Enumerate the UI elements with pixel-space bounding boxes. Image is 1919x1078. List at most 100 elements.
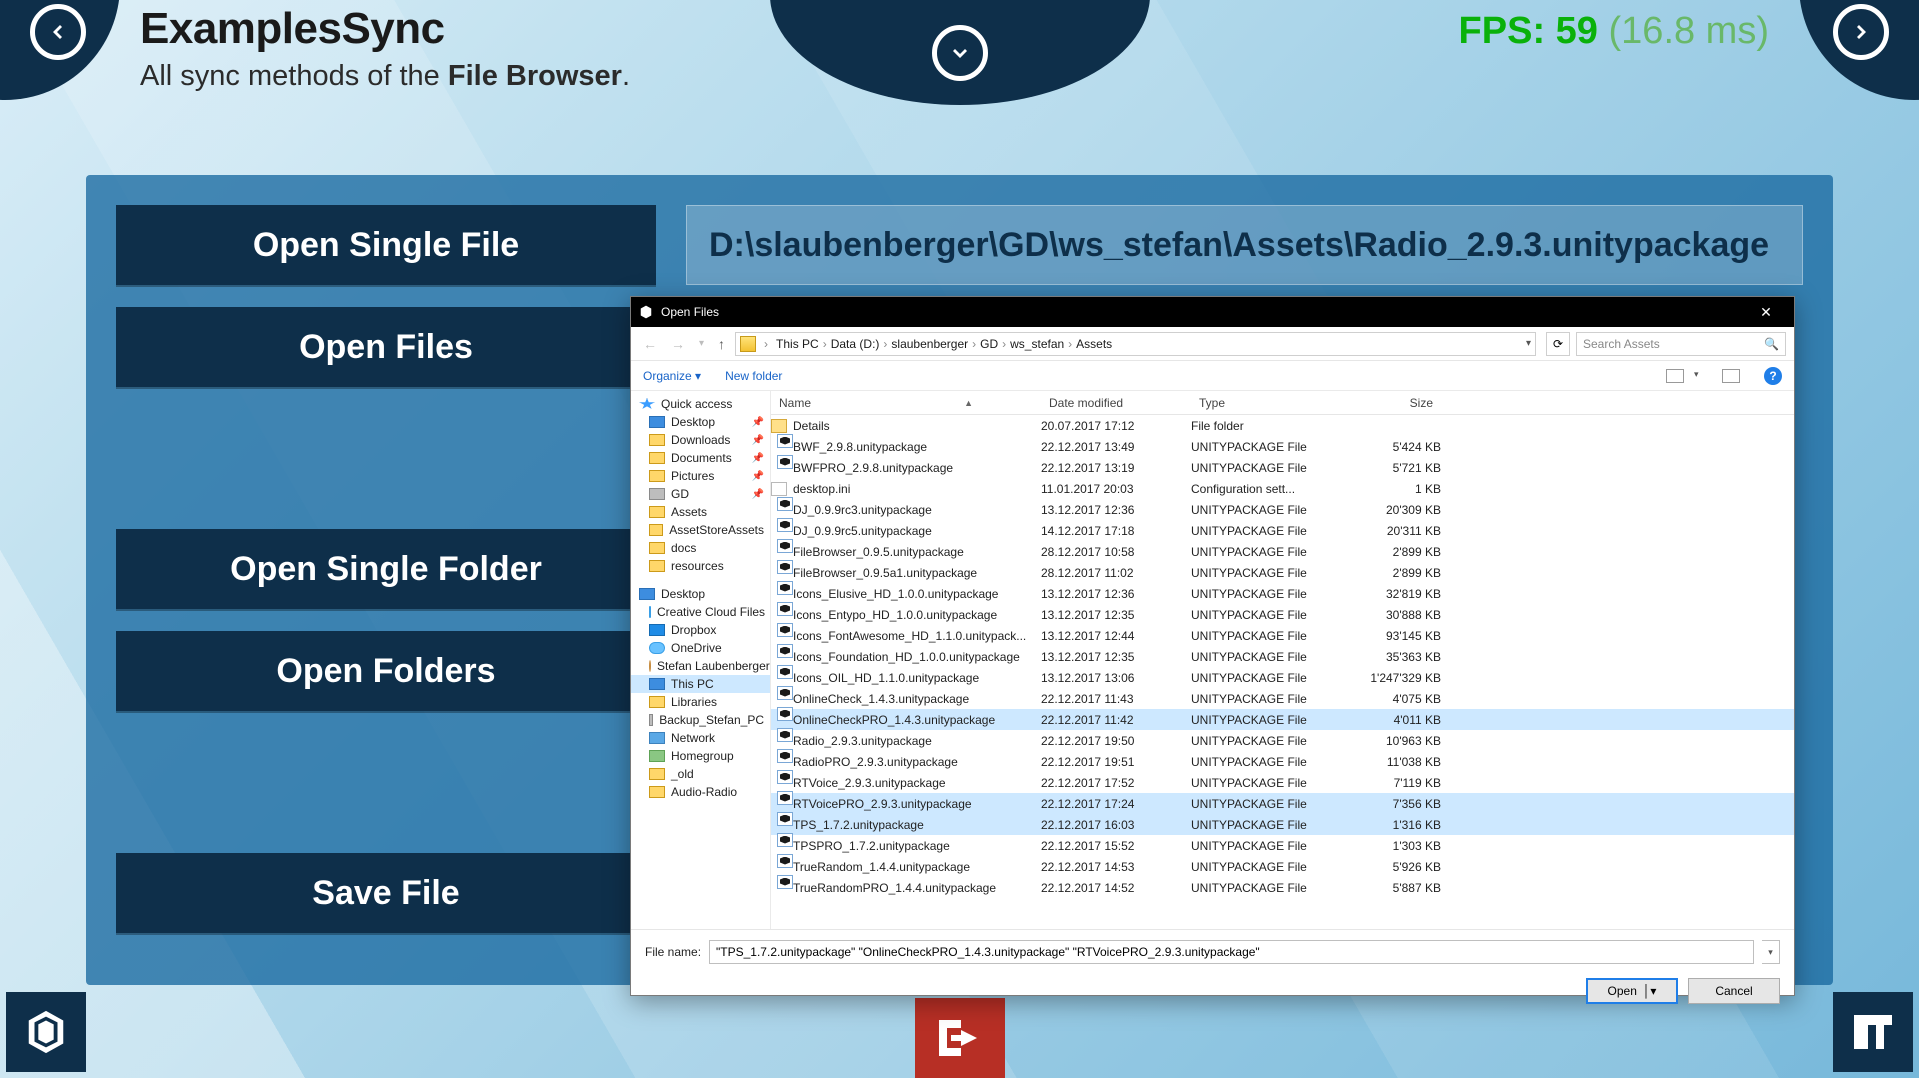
table-row[interactable]: TPSPRO_1.7.2.unitypackage 22.12.2017 15:… bbox=[771, 835, 1794, 856]
table-row[interactable]: BWF_2.9.8.unitypackage 22.12.2017 13:49 … bbox=[771, 436, 1794, 457]
table-row[interactable]: DJ_0.9.9rc5.unitypackage 14.12.2017 17:1… bbox=[771, 520, 1794, 541]
cancel-button[interactable]: Cancel bbox=[1688, 978, 1780, 1004]
open-folders-button[interactable]: Open Folders bbox=[116, 631, 656, 711]
center-down-button[interactable] bbox=[932, 25, 988, 81]
nav-item[interactable]: AssetStoreAssets bbox=[631, 521, 770, 539]
open-files-button[interactable]: Open Files bbox=[116, 307, 656, 387]
table-row[interactable]: FileBrowser_0.9.5a1.unitypackage 28.12.2… bbox=[771, 562, 1794, 583]
nav-item[interactable]: GD📌 bbox=[631, 485, 770, 503]
unity-icon bbox=[777, 434, 793, 448]
open-button[interactable]: Open│▾ bbox=[1586, 978, 1678, 1004]
nav-back-icon[interactable]: ← bbox=[639, 336, 661, 352]
chevron-down-icon[interactable]: ▾ bbox=[1694, 369, 1712, 383]
crumb[interactable]: Data (D:) bbox=[831, 337, 880, 351]
unity-icon bbox=[777, 602, 793, 616]
preview-pane-icon[interactable] bbox=[1722, 369, 1740, 383]
filename-label: File name: bbox=[645, 945, 701, 959]
nav-item[interactable]: Desktop📌 bbox=[631, 413, 770, 431]
crumb[interactable]: Assets bbox=[1076, 337, 1112, 351]
nav-item[interactable]: Dropbox bbox=[631, 621, 770, 639]
path-display: D:\slaubenberger\GD\ws_stefan\Assets\Rad… bbox=[686, 205, 1803, 285]
crumb[interactable]: This PC bbox=[776, 337, 819, 351]
nav-item[interactable]: Documents📌 bbox=[631, 449, 770, 467]
unity-icon bbox=[777, 707, 793, 721]
table-row[interactable]: OnlineCheck_1.4.3.unitypackage 22.12.201… bbox=[771, 688, 1794, 709]
nav-quick-access[interactable]: Quick access bbox=[631, 395, 770, 413]
table-row[interactable]: Details 20.07.2017 17:12 File folder bbox=[771, 415, 1794, 436]
nav-item[interactable]: Downloads📌 bbox=[631, 431, 770, 449]
nav-item[interactable]: Assets bbox=[631, 503, 770, 521]
nav-desktop-head[interactable]: Desktop bbox=[631, 585, 770, 603]
unity-icon bbox=[777, 560, 793, 574]
chevron-down-icon[interactable]: ▾ bbox=[1526, 338, 1531, 349]
table-row[interactable]: Icons_Foundation_HD_1.0.0.unitypackage 1… bbox=[771, 646, 1794, 667]
path-text: D:\slaubenberger\GD\ws_stefan\Assets\Rad… bbox=[709, 226, 1769, 265]
filename-dropdown-icon[interactable]: ▾ bbox=[1762, 940, 1780, 964]
nav-item[interactable]: Homegroup bbox=[631, 747, 770, 765]
nav-item[interactable]: _old bbox=[631, 765, 770, 783]
nav-forward-icon[interactable]: → bbox=[667, 336, 689, 352]
crumb[interactable]: GD bbox=[980, 337, 998, 351]
organize-menu[interactable]: Organize ▾ bbox=[643, 369, 701, 383]
new-folder-button[interactable]: New folder bbox=[725, 369, 782, 383]
table-row[interactable]: BWFPRO_2.9.8.unitypackage 22.12.2017 13:… bbox=[771, 457, 1794, 478]
unity-icon bbox=[777, 665, 793, 679]
nav-item[interactable]: OneDrive bbox=[631, 639, 770, 657]
fps-ms: (16.8 ms) bbox=[1609, 10, 1769, 52]
help-icon[interactable]: ? bbox=[1764, 367, 1782, 385]
nav-item[interactable]: Creative Cloud Files bbox=[631, 603, 770, 621]
table-row[interactable]: desktop.ini 11.01.2017 20:03 Configurati… bbox=[771, 478, 1794, 499]
nav-item[interactable]: Backup_Stefan_PC bbox=[631, 711, 770, 729]
table-row[interactable]: FileBrowser_0.9.5.unitypackage 28.12.201… bbox=[771, 541, 1794, 562]
unity-icon bbox=[777, 854, 793, 868]
table-row[interactable]: TrueRandomPRO_1.4.4.unitypackage 22.12.2… bbox=[771, 877, 1794, 898]
refresh-icon[interactable]: ⟳ bbox=[1546, 332, 1570, 356]
address-bar[interactable]: › This PC›Data (D:)›slaubenberger›GD›ws_… bbox=[735, 332, 1536, 356]
search-input[interactable]: Search Assets 🔍 bbox=[1576, 332, 1786, 356]
nav-item[interactable]: Stefan Laubenberger bbox=[631, 657, 770, 675]
table-row[interactable]: Icons_FontAwesome_HD_1.1.0.unitypack... … bbox=[771, 625, 1794, 646]
nav-item[interactable]: Audio-Radio bbox=[631, 783, 770, 801]
save-file-button[interactable]: Save File bbox=[116, 853, 656, 933]
unity-logo-button[interactable] bbox=[6, 992, 86, 1072]
nav-item[interactable]: Libraries bbox=[631, 693, 770, 711]
table-row[interactable]: DJ_0.9.9rc3.unitypackage 13.12.2017 12:3… bbox=[771, 499, 1794, 520]
dialog-titlebar[interactable]: Open Files ✕ bbox=[631, 297, 1794, 327]
nav-item[interactable]: docs bbox=[631, 539, 770, 557]
table-row[interactable]: Icons_Entypo_HD_1.0.0.unitypackage 13.12… bbox=[771, 604, 1794, 625]
filename-input[interactable] bbox=[709, 940, 1754, 964]
table-row[interactable]: TrueRandom_1.4.4.unitypackage 22.12.2017… bbox=[771, 856, 1794, 877]
nav-item[interactable]: Pictures📌 bbox=[631, 467, 770, 485]
open-single-file-button[interactable]: Open Single File bbox=[116, 205, 656, 285]
view-details-icon[interactable] bbox=[1666, 369, 1684, 383]
column-headers[interactable]: Name▲ Date modified Type Size bbox=[771, 391, 1794, 415]
table-row[interactable]: RTVoice_2.9.3.unitypackage 22.12.2017 17… bbox=[771, 772, 1794, 793]
page-title: ExamplesSync bbox=[140, 4, 630, 54]
table-row[interactable]: TPS_1.7.2.unitypackage 22.12.2017 16:03 … bbox=[771, 814, 1794, 835]
table-row[interactable]: RTVoicePRO_2.9.3.unitypackage 22.12.2017… bbox=[771, 793, 1794, 814]
nav-history-icon[interactable]: ▾ bbox=[695, 338, 708, 349]
nav-up-icon[interactable]: ↑ bbox=[714, 336, 729, 352]
table-row[interactable]: Icons_Elusive_HD_1.0.0.unitypackage 13.1… bbox=[771, 583, 1794, 604]
dialog-footer: File name: ▾ Open│▾ Cancel bbox=[631, 929, 1794, 1018]
nav-item[interactable]: Network bbox=[631, 729, 770, 747]
unity-icon bbox=[777, 728, 793, 742]
table-row[interactable]: Icons_OIL_HD_1.1.0.unitypackage 13.12.20… bbox=[771, 667, 1794, 688]
subtitle-pre: All sync methods of the bbox=[140, 60, 448, 92]
unity-icon bbox=[777, 812, 793, 826]
dialog-title: Open Files bbox=[661, 305, 719, 319]
table-row[interactable]: Radio_2.9.3.unitypackage 22.12.2017 19:5… bbox=[771, 730, 1794, 751]
nav-item[interactable]: This PC bbox=[631, 675, 770, 693]
table-row[interactable]: RadioPRO_2.9.3.unitypackage 22.12.2017 1… bbox=[771, 751, 1794, 772]
next-button[interactable] bbox=[1833, 4, 1889, 60]
prev-button[interactable] bbox=[30, 4, 86, 60]
nav-item[interactable]: resources bbox=[631, 557, 770, 575]
table-row[interactable]: OnlineCheckPRO_1.4.3.unitypackage 22.12.… bbox=[771, 709, 1794, 730]
breadcrumb[interactable]: This PC›Data (D:)›slaubenberger›GD›ws_st… bbox=[776, 337, 1112, 351]
close-icon[interactable]: ✕ bbox=[1746, 304, 1786, 321]
crumb[interactable]: ws_stefan bbox=[1010, 337, 1064, 351]
open-single-folder-button[interactable]: Open Single Folder bbox=[116, 529, 656, 609]
search-icon: 🔍 bbox=[1764, 337, 1779, 351]
logo-button[interactable] bbox=[1833, 992, 1913, 1072]
crumb[interactable]: slaubenberger bbox=[891, 337, 968, 351]
